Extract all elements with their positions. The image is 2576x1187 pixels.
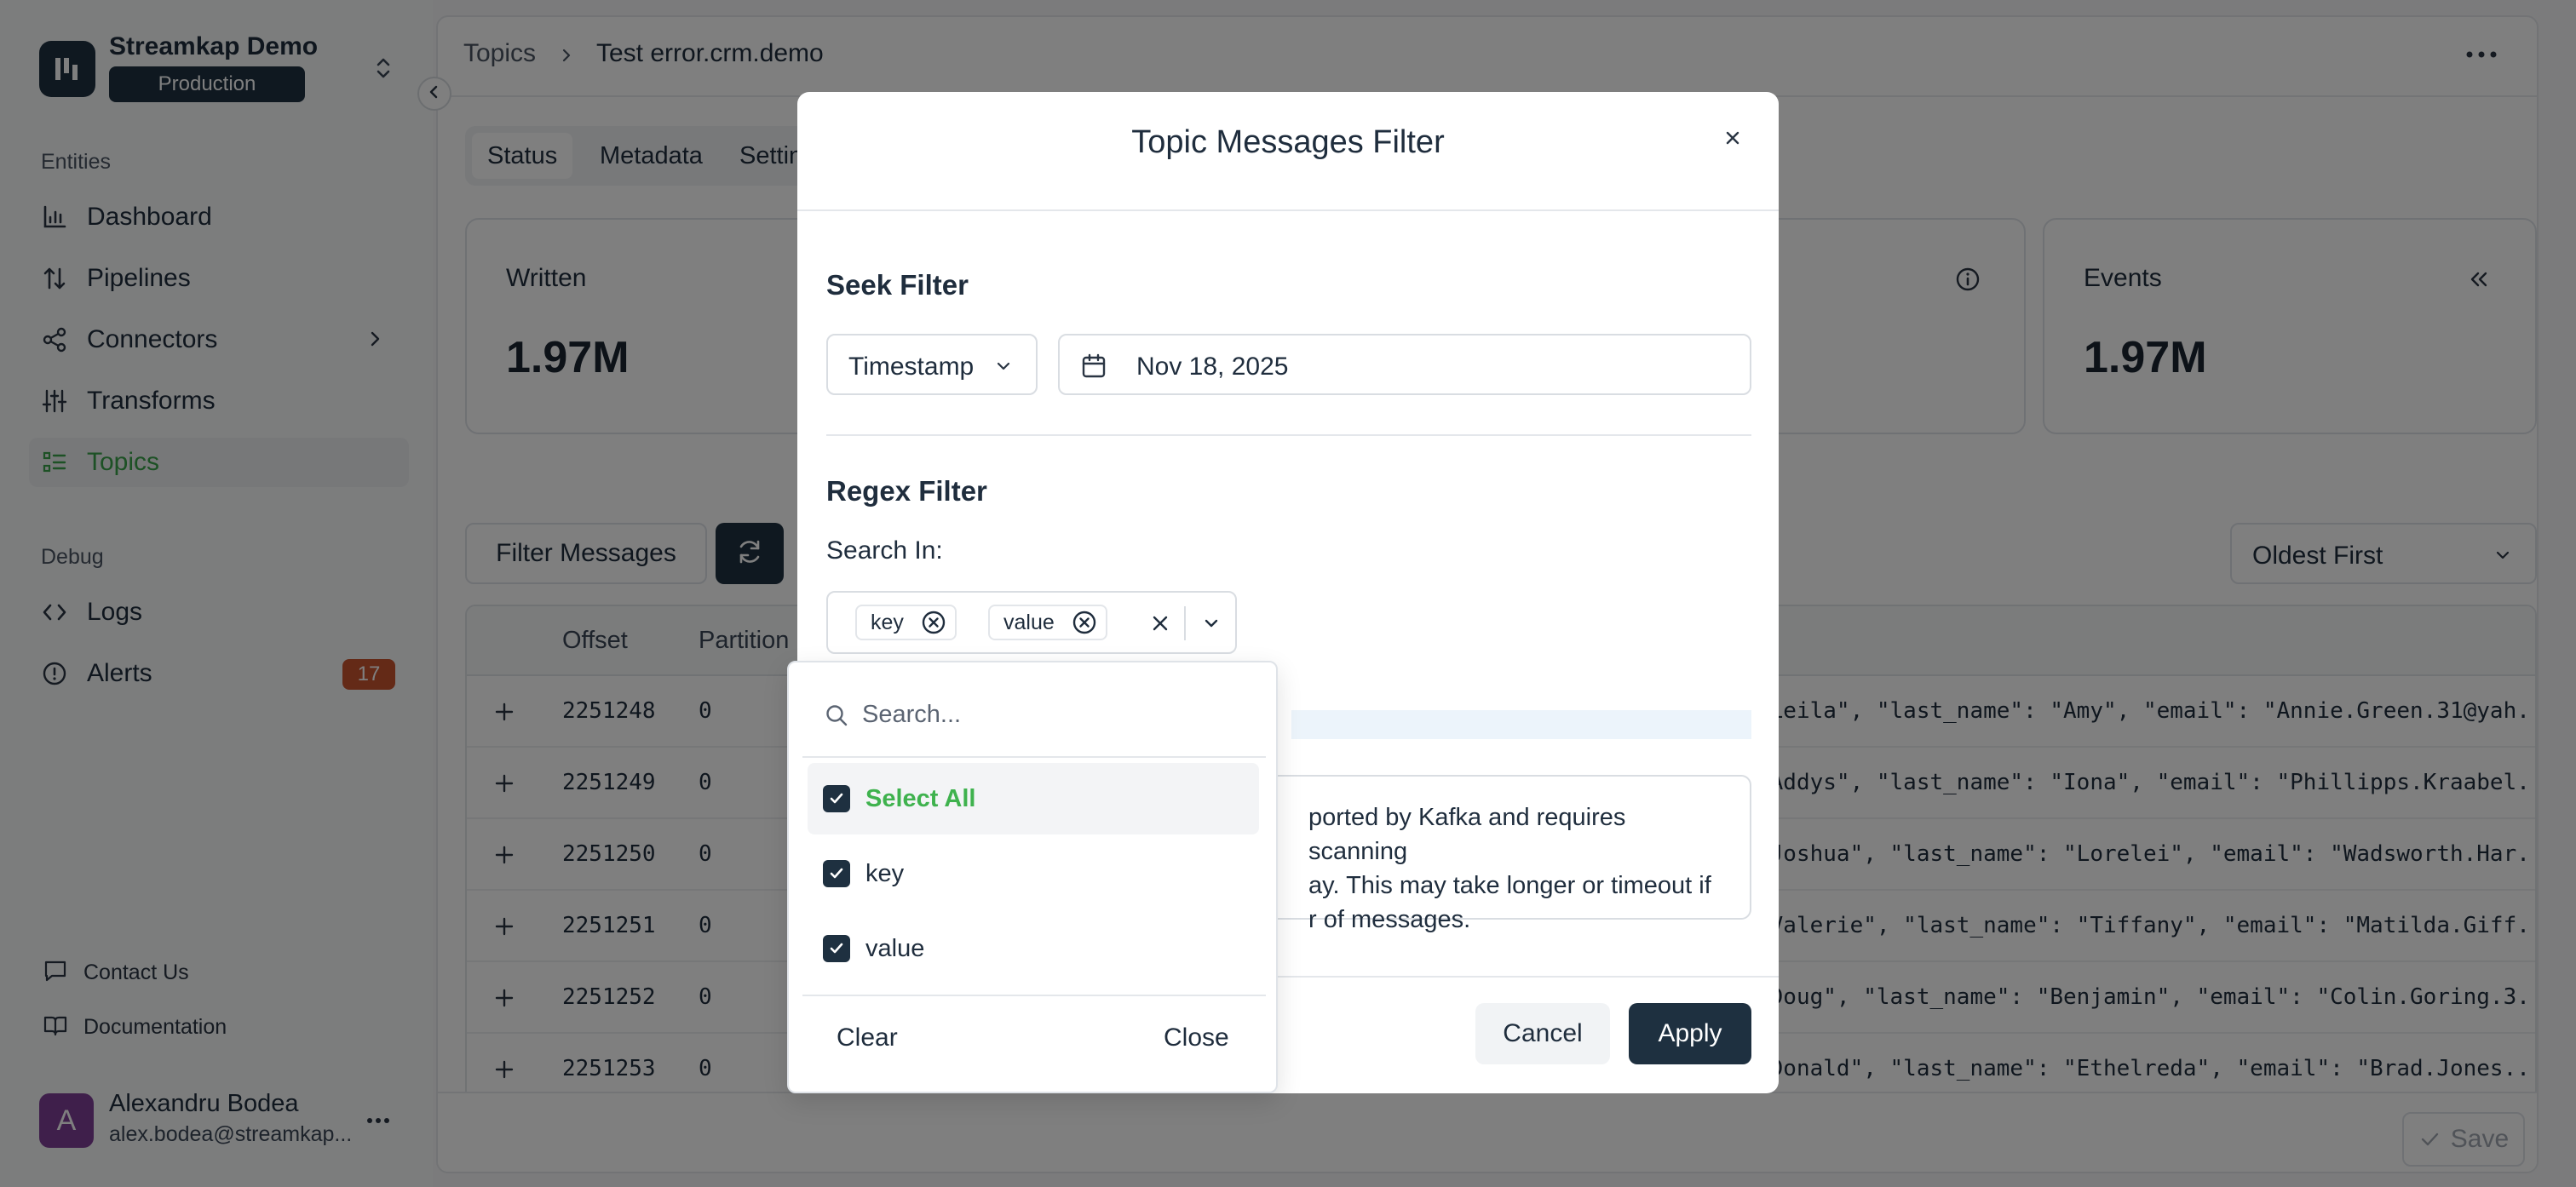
clear-all-x-icon[interactable] [1145, 608, 1176, 639]
option-label: key [865, 859, 905, 887]
search-in-dropdown: Select All key value Clear Close [787, 661, 1278, 1093]
app: Streamkap Demo Production Entities Dashb… [0, 0, 2576, 1187]
option-label: Select All [865, 784, 976, 812]
option-label: value [865, 934, 925, 962]
close-icon[interactable] [1714, 119, 1751, 157]
seek-date-picker[interactable]: Nov 18, 2025 [1058, 334, 1751, 395]
calendar-icon [1077, 349, 1111, 383]
option-value[interactable]: value [808, 913, 1259, 984]
cancel-button[interactable]: Cancel [1475, 1003, 1610, 1064]
search-in-multiselect[interactable]: key value [826, 591, 1237, 654]
search-icon [821, 700, 852, 731]
chevron-down-icon [988, 351, 1019, 381]
divider [802, 756, 1266, 758]
dropdown-clear-button[interactable]: Clear [837, 1024, 898, 1052]
seek-date-value: Nov 18, 2025 [1136, 353, 1289, 381]
option-key[interactable]: key [808, 838, 1259, 909]
divider [797, 209, 1779, 211]
seek-type-value: Timestamp [848, 353, 975, 381]
remove-circle-icon[interactable] [919, 608, 948, 637]
chip-label: value [1003, 610, 1055, 634]
dropdown-close-button[interactable]: Close [1164, 1024, 1229, 1052]
checkbox-checked-icon[interactable] [823, 935, 850, 962]
chevron-down-icon[interactable] [1196, 608, 1227, 639]
divider [802, 995, 1266, 996]
option-select-all[interactable]: Select All [808, 763, 1259, 834]
dropdown-search-input[interactable] [862, 693, 1237, 736]
checkbox-checked-icon[interactable] [823, 785, 850, 812]
chip-key: key [855, 605, 957, 640]
remove-circle-icon[interactable] [1070, 608, 1099, 637]
divider [826, 434, 1751, 436]
seek-type-select[interactable]: Timestamp [826, 334, 1038, 395]
highlight-strip [1291, 710, 1751, 739]
seek-filter-heading: Seek Filter [826, 269, 969, 301]
chip-label: key [871, 610, 904, 634]
search-in-label: Search In: [826, 536, 943, 565]
dialog-title: Topic Messages Filter [1131, 124, 1445, 160]
chip-value: value [988, 605, 1107, 640]
apply-button[interactable]: Apply [1629, 1003, 1751, 1064]
divider [1184, 606, 1186, 640]
regex-filter-heading: Regex Filter [826, 475, 987, 507]
checkbox-checked-icon[interactable] [823, 860, 850, 887]
